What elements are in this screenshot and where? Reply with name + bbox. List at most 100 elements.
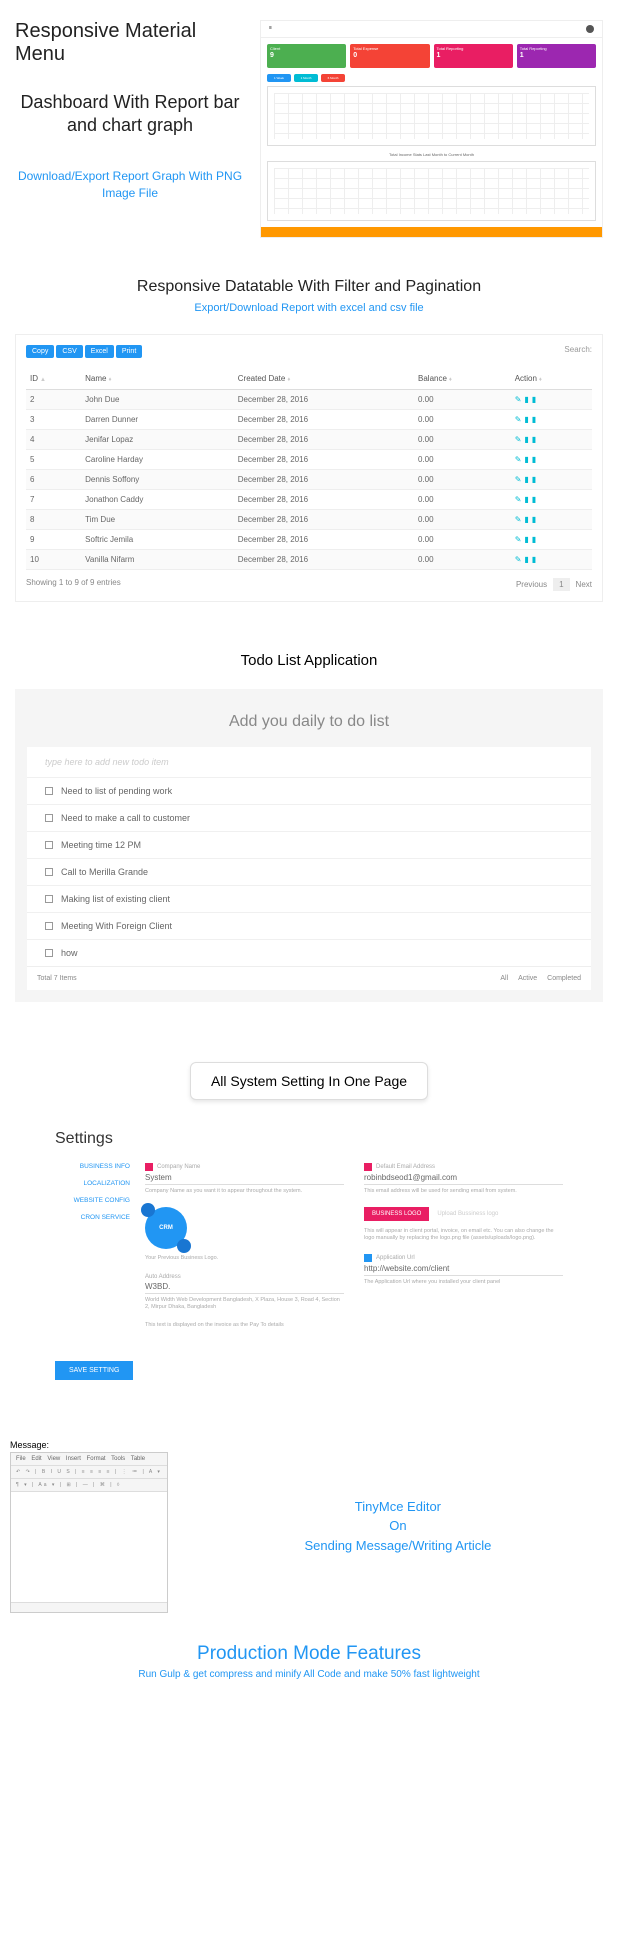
nav-localization[interactable]: LOCALIZATION: [55, 1180, 130, 1187]
range-button[interactable]: 1 Month: [294, 74, 318, 82]
card-value: 1: [520, 52, 593, 60]
checkbox-icon[interactable]: [45, 922, 53, 930]
range-button[interactable]: 1 Week: [267, 74, 291, 82]
section-title: Todo List Application: [15, 652, 603, 669]
col-action[interactable]: Action♦: [511, 368, 592, 390]
sort-icon: ▲: [40, 377, 46, 383]
cell-actions: ✎▮▮: [511, 530, 592, 550]
editor-toolbar[interactable]: ¶ ▾ | Aa ▾ | ⊞ | — | ⌘ | ◊: [11, 1479, 167, 1492]
save-button[interactable]: SAVE SETTING: [55, 1361, 133, 1380]
search-label[interactable]: Search:: [564, 345, 592, 358]
table-row: 9Softric JemilaDecember 28, 20160.00✎▮▮: [26, 530, 592, 550]
edit-icon[interactable]: ✎: [515, 535, 525, 544]
url-input[interactable]: http://website.com/client: [364, 1264, 563, 1276]
delete-icon[interactable]: ▮: [532, 555, 539, 564]
dashboard-text: Responsive Material Menu Dashboard With …: [15, 20, 245, 238]
delete-icon[interactable]: ▮: [532, 535, 539, 544]
company-input[interactable]: System: [145, 1173, 344, 1185]
edit-icon[interactable]: ✎: [515, 555, 525, 564]
col-date[interactable]: Created Date♦: [234, 368, 414, 390]
cell-date: December 28, 2016: [234, 550, 414, 570]
email-input[interactable]: robinbdseod1@gmail.com: [364, 1173, 563, 1185]
edit-icon[interactable]: ✎: [515, 515, 525, 524]
editor-label: Message:: [10, 1440, 168, 1450]
business-logo-button[interactable]: BUSINESS LOGO: [364, 1207, 429, 1221]
chart-area: [267, 161, 596, 221]
editor-menubar[interactable]: File Edit View Insert Format Tools Table: [11, 1453, 167, 1466]
col-balance[interactable]: Balance♦: [414, 368, 511, 390]
todo-footer: Total 7 Items All Active Completed: [27, 966, 591, 990]
excel-button[interactable]: Excel: [85, 345, 114, 358]
checkbox-icon[interactable]: [45, 895, 53, 903]
editor-toolbar[interactable]: ↶ ↷ | B I U S | ≡ ≡ ≡ ≡ | ⋮ ≔ | A ▾: [11, 1466, 167, 1479]
nav-business-info[interactable]: BUSINESS INFO: [55, 1163, 130, 1170]
delete-icon[interactable]: ▮: [532, 415, 539, 424]
stat-card: Total Reporting1: [517, 44, 596, 68]
edit-icon[interactable]: ✎: [515, 415, 525, 424]
edit-icon[interactable]: ✎: [515, 455, 525, 464]
view-icon[interactable]: ▮: [524, 415, 531, 424]
cell-name: Tim Due: [81, 510, 234, 530]
checkbox-icon[interactable]: [45, 814, 53, 822]
cell-balance: 0.00: [414, 510, 511, 530]
cell-name: Caroline Harday: [81, 450, 234, 470]
address-input[interactable]: W3BD.: [145, 1282, 344, 1294]
nav-cron-service[interactable]: CRON SERVICE: [55, 1214, 130, 1221]
todo-input[interactable]: type here to add new todo item: [27, 747, 591, 777]
nav-website-config[interactable]: WEBSITE CONFIG: [55, 1197, 130, 1204]
csv-button[interactable]: CSV: [56, 345, 82, 358]
view-icon[interactable]: ▮: [524, 495, 531, 504]
col-name[interactable]: Name♦: [81, 368, 234, 390]
view-icon[interactable]: ▮: [524, 535, 531, 544]
cell-actions: ✎▮▮: [511, 430, 592, 450]
cell-balance: 0.00: [414, 530, 511, 550]
field-hint: Your Previous Business Logo.: [145, 1255, 344, 1262]
view-icon[interactable]: ▮: [524, 455, 531, 464]
table-toolbar: Copy CSV Excel Print Search:: [26, 345, 592, 358]
view-icon[interactable]: ▮: [524, 435, 531, 444]
print-button[interactable]: Print: [116, 345, 142, 358]
prev-button[interactable]: Previous: [516, 580, 547, 589]
delete-icon[interactable]: ▮: [532, 475, 539, 484]
page-number[interactable]: 1: [553, 578, 569, 591]
field-hint: This email address will be used for send…: [364, 1188, 563, 1195]
download-link[interactable]: Download/Export Report Graph With PNG Im…: [15, 168, 245, 202]
col-id[interactable]: ID▲: [26, 368, 81, 390]
menu-icon[interactable]: ≡: [269, 25, 272, 33]
delete-icon[interactable]: ▮: [532, 495, 539, 504]
cell-date: December 28, 2016: [234, 470, 414, 490]
checkbox-icon[interactable]: [45, 949, 53, 957]
edit-icon[interactable]: ✎: [515, 495, 525, 504]
view-icon[interactable]: ▮: [524, 475, 531, 484]
edit-icon[interactable]: ✎: [515, 435, 525, 444]
filter-active[interactable]: Active: [518, 975, 537, 982]
delete-icon[interactable]: ▮: [532, 515, 539, 524]
delete-icon[interactable]: ▮: [532, 435, 539, 444]
filter-completed[interactable]: Completed: [547, 975, 581, 982]
view-icon[interactable]: ▮: [524, 395, 531, 404]
edit-icon[interactable]: ✎: [515, 475, 525, 484]
stat-card: Total Reporting1: [434, 44, 513, 68]
sort-icon: ♦: [539, 377, 542, 383]
field-hint: The Application Url where you installed …: [364, 1279, 563, 1286]
datatable: Copy CSV Excel Print Search: ID▲ Name♦ C…: [15, 334, 603, 602]
edit-icon[interactable]: ✎: [515, 395, 525, 404]
checkbox-icon[interactable]: [45, 787, 53, 795]
mail-icon: [364, 1163, 372, 1171]
range-button[interactable]: 6 Month: [321, 74, 345, 82]
checkbox-icon[interactable]: [45, 868, 53, 876]
delete-icon[interactable]: ▮: [532, 395, 539, 404]
avatar[interactable]: [586, 25, 594, 33]
view-icon[interactable]: ▮: [524, 515, 531, 524]
todo-app: Add you daily to do list type here to ad…: [15, 689, 603, 1002]
table-row: 7Jonathon CaddyDecember 28, 20160.00✎▮▮: [26, 490, 592, 510]
upload-text[interactable]: Upload Bussiness logo: [437, 1211, 498, 1217]
view-icon[interactable]: ▮: [524, 555, 531, 564]
filter-all[interactable]: All: [500, 975, 508, 982]
next-button[interactable]: Next: [576, 580, 592, 589]
checkbox-icon[interactable]: [45, 841, 53, 849]
cell-id: 10: [26, 550, 81, 570]
copy-button[interactable]: Copy: [26, 345, 54, 358]
editor-body[interactable]: [11, 1492, 167, 1602]
delete-icon[interactable]: ▮: [532, 455, 539, 464]
